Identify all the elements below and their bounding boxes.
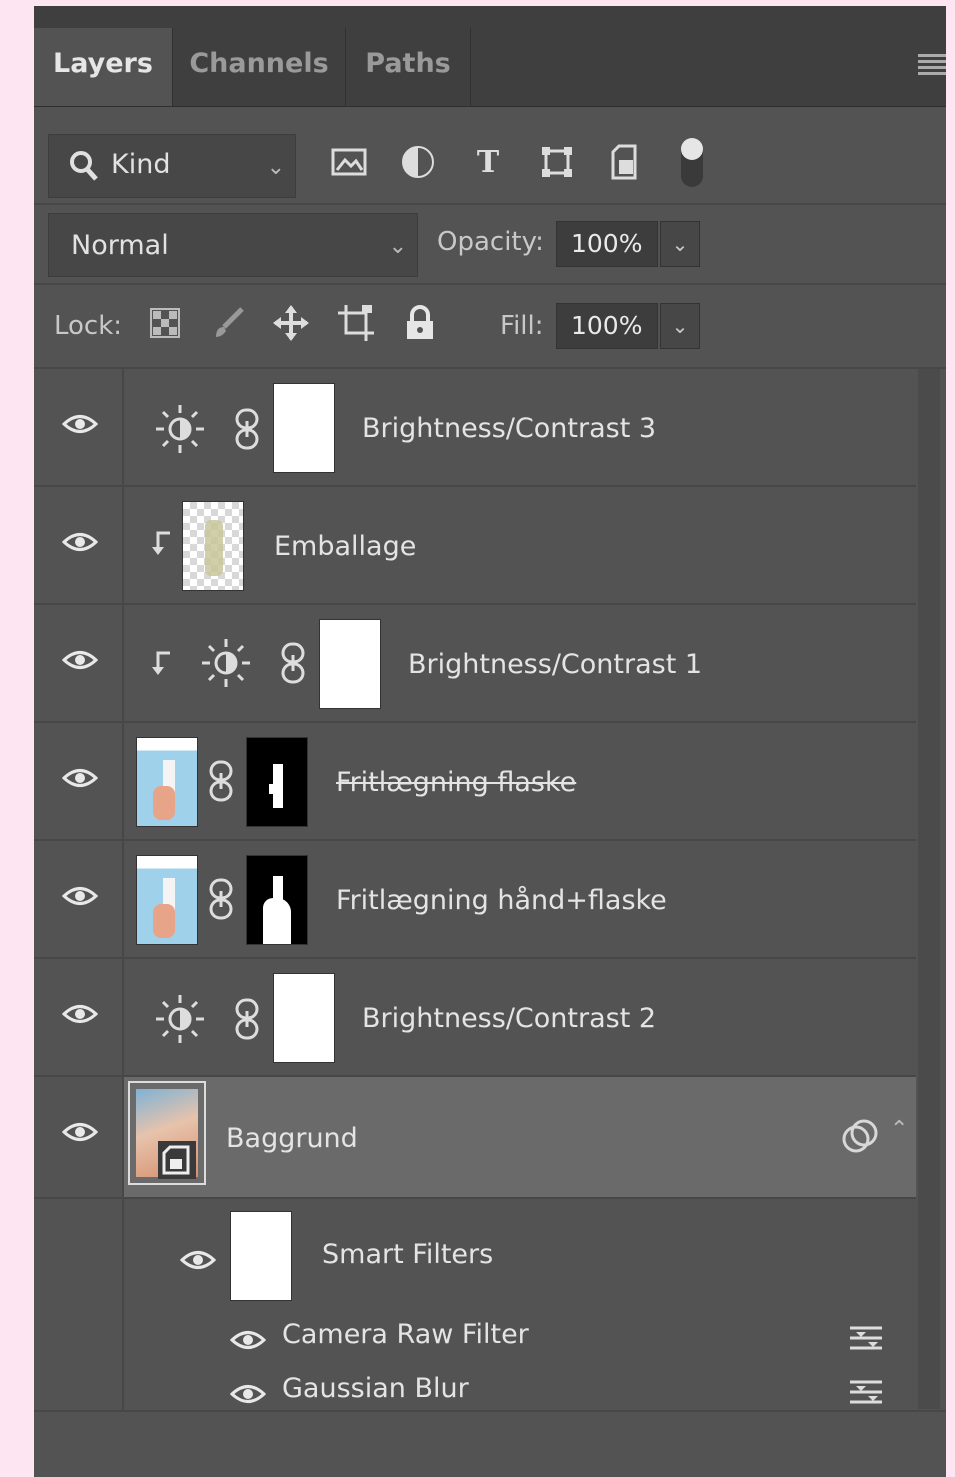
layer-thumbnail-selected-frame[interactable] (128, 1081, 206, 1185)
layer-row[interactable]: Emballage (34, 487, 916, 605)
smart-filters-group: Smart Filters Camera Raw Filter Gaussian… (34, 1199, 916, 1415)
brightness-contrast-icon (156, 405, 204, 453)
indent-column (34, 1199, 124, 1415)
smart-filter-name[interactable]: Camera Raw Filter (282, 1319, 529, 1350)
layer-mask-thumbnail[interactable] (246, 737, 308, 827)
smart-filter-effects-icon[interactable] (840, 1117, 880, 1157)
visibility-toggle[interactable] (34, 1077, 124, 1197)
layer-row[interactable]: Fritlægning hånd+flaske (34, 841, 916, 959)
eye-icon (62, 769, 98, 787)
visibility-toggle[interactable] (34, 959, 124, 1075)
fill-input[interactable]: 100% (556, 303, 658, 349)
layer-row[interactable]: Fritlægning flaske (34, 723, 916, 841)
layer-mask-thumbnail[interactable] (273, 383, 335, 473)
opacity-input[interactable]: 100% (556, 221, 658, 267)
filter-toggle-icon[interactable] (672, 133, 712, 193)
layer-name[interactable]: Brightness/Contrast 3 (362, 413, 656, 444)
layers-panel: Layers Channels Paths Kind ⌄ T Normal ⌄ … (34, 6, 946, 1477)
layer-name[interactable]: Baggrund (226, 1123, 358, 1154)
filter-kind-select[interactable]: Kind ⌄ (48, 134, 296, 198)
layer-name[interactable]: Fritlægning flaske (336, 767, 576, 798)
layer-row-selected[interactable]: Baggrund ⌃ (34, 1077, 916, 1199)
brightness-contrast-icon (202, 639, 250, 687)
layer-name[interactable]: Brightness/Contrast 1 (408, 649, 702, 680)
layer-name[interactable]: Fritlægning hånd+flaske (336, 885, 667, 916)
smart-object-icon (158, 1141, 196, 1179)
lock-position-icon[interactable] (271, 303, 311, 343)
eye-icon (62, 1123, 98, 1141)
panel-tab-bar: Layers Channels Paths (34, 6, 946, 107)
chevron-down-icon: ⌄ (388, 234, 407, 259)
layer-name[interactable]: Brightness/Contrast 2 (362, 1003, 656, 1034)
visibility-toggle[interactable] (34, 605, 124, 721)
layer-list-scrollbar[interactable] (918, 369, 940, 1409)
clipping-mask-icon (152, 531, 170, 555)
layer-row[interactable]: Brightness/Contrast 3 (34, 369, 916, 487)
smart-filter-name[interactable]: Gaussian Blur (282, 1373, 469, 1404)
layer-mask-thumbnail[interactable] (246, 855, 308, 945)
tab-layers[interactable]: Layers (34, 28, 173, 106)
smart-filters-label[interactable]: Smart Filters (322, 1239, 493, 1270)
blend-mode-select[interactable]: Normal ⌄ (48, 213, 418, 277)
visibility-toggle[interactable] (34, 841, 124, 957)
smart-filter-mask-thumbnail[interactable] (230, 1211, 292, 1301)
collapse-chevron-icon[interactable]: ⌃ (890, 1117, 908, 1142)
fill-label: Fill: (500, 311, 544, 341)
fill-dropdown-button[interactable]: ⌄ (660, 303, 700, 349)
chevron-down-icon: ⌄ (266, 155, 285, 180)
link-icon[interactable] (280, 641, 306, 685)
link-icon[interactable] (208, 877, 234, 921)
brightness-contrast-icon (156, 995, 204, 1043)
lock-all-icon[interactable] (400, 303, 440, 343)
link-icon[interactable] (234, 407, 260, 451)
layer-thumbnail[interactable] (136, 855, 198, 945)
clipping-mask-icon (152, 651, 170, 675)
tab-paths[interactable]: Paths (346, 28, 471, 106)
lock-artboard-icon[interactable] (336, 303, 376, 343)
panel-menu-icon[interactable] (918, 54, 946, 78)
layer-thumbnail[interactable] (182, 501, 244, 591)
lock-row: Lock: Fill: 100% ⌄ (34, 285, 946, 369)
link-icon[interactable] (234, 997, 260, 1041)
eye-icon[interactable] (230, 1329, 266, 1351)
blend-row: Normal ⌄ Opacity: 100% ⌄ (34, 205, 946, 285)
eye-icon (62, 1005, 98, 1023)
lock-image-pixels-icon[interactable] (208, 303, 248, 343)
layer-row[interactable]: Brightness/Contrast 1 (34, 605, 916, 723)
eye-icon (62, 651, 98, 669)
tab-channels[interactable]: Channels (173, 28, 346, 106)
opacity-label: Opacity: (437, 227, 544, 257)
search-icon (69, 150, 99, 186)
link-icon[interactable] (208, 759, 234, 803)
filter-blending-options-icon[interactable] (848, 1377, 884, 1407)
blend-mode-value: Normal (71, 230, 169, 261)
visibility-toggle[interactable] (34, 723, 124, 839)
visibility-toggle[interactable] (34, 369, 124, 485)
lock-label: Lock: (54, 311, 123, 341)
lock-transparent-pixels-icon[interactable] (145, 303, 185, 343)
visibility-toggle[interactable] (34, 487, 124, 603)
opacity-dropdown-button[interactable]: ⌄ (660, 221, 700, 267)
image-filter-icon[interactable] (329, 142, 369, 182)
layer-thumbnail[interactable] (136, 737, 198, 827)
shape-filter-icon[interactable] (537, 142, 577, 182)
filter-row: Kind ⌄ T (34, 107, 946, 205)
filter-kind-label: Kind (111, 149, 171, 180)
type-filter-icon[interactable]: T (468, 142, 508, 182)
layer-list: Brightness/Contrast 3 Emballage Brightne… (34, 369, 916, 1415)
eye-icon (62, 887, 98, 905)
eye-icon (62, 415, 98, 433)
layer-row[interactable]: Brightness/Contrast 2 (34, 959, 916, 1077)
eye-icon[interactable] (230, 1383, 266, 1405)
adjustment-filter-icon[interactable] (398, 142, 438, 182)
layer-mask-thumbnail[interactable] (319, 619, 381, 709)
eye-icon[interactable] (180, 1249, 216, 1271)
layer-mask-thumbnail[interactable] (273, 973, 335, 1063)
panel-footer (34, 1410, 946, 1477)
layer-name[interactable]: Emballage (274, 531, 416, 562)
eye-icon (62, 533, 98, 551)
smart-object-filter-icon[interactable] (607, 142, 647, 182)
filter-blending-options-icon[interactable] (848, 1323, 884, 1353)
